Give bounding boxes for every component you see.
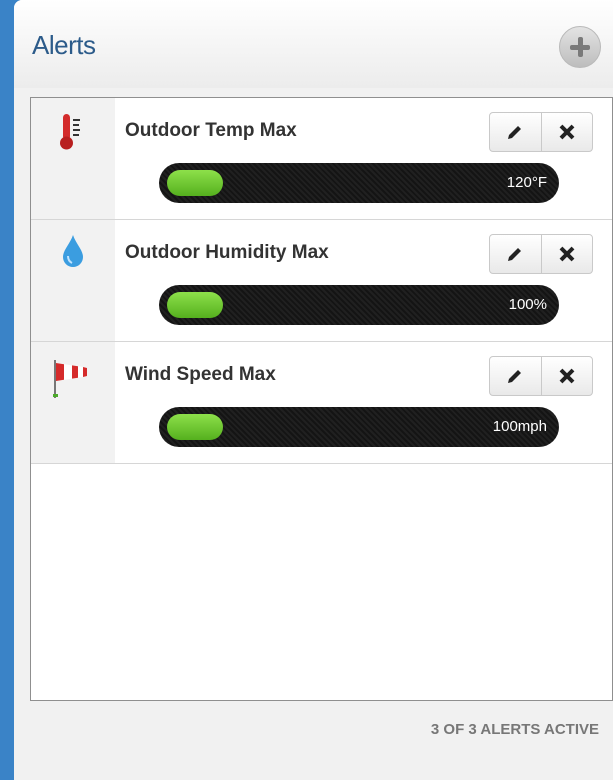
alert-actions	[489, 356, 593, 396]
alert-level-fill	[167, 170, 223, 196]
panel-title: Alerts	[32, 30, 96, 60]
alert-name: Outdoor Humidity Max	[125, 242, 329, 263]
alerts-panel: Alerts Outdoor Temp Max 120°F Outdoor Hu…	[14, 0, 613, 780]
thermometer-icon	[60, 114, 80, 150]
alerts-list: Outdoor Temp Max 120°F Outdoor Humidity …	[30, 97, 613, 701]
edit-button[interactable]	[490, 357, 541, 395]
alert-threshold-value: 100%	[508, 296, 547, 313]
alert-name: Outdoor Temp Max	[125, 120, 297, 141]
alert-level-fill	[167, 414, 223, 440]
delete-button[interactable]	[540, 113, 593, 151]
delete-button[interactable]	[540, 357, 593, 395]
alert-threshold-value: 120°F	[506, 174, 547, 191]
alert-level-bar: 100%	[159, 285, 559, 325]
delete-button[interactable]	[540, 235, 593, 273]
alert-icon-cell	[31, 220, 115, 341]
edit-button[interactable]	[490, 113, 541, 151]
alert-icon-cell	[31, 98, 115, 219]
alert-row: Outdoor Humidity Max 100%	[31, 220, 612, 342]
panel-header: Alerts	[14, 0, 613, 88]
alert-icon-cell	[31, 342, 115, 463]
close-icon	[559, 124, 575, 140]
add-alert-button[interactable]	[559, 26, 601, 68]
alert-level-fill	[167, 292, 223, 318]
alert-actions	[489, 112, 593, 152]
alert-level-bar: 100mph	[159, 407, 559, 447]
pencil-icon	[508, 248, 522, 261]
alerts-status: 3 OF 3 ALERTS ACTIVE	[430, 721, 599, 738]
close-icon	[559, 368, 575, 384]
alert-name: Wind Speed Max	[125, 364, 276, 385]
alert-actions	[489, 234, 593, 274]
close-icon	[559, 246, 575, 262]
edit-button[interactable]	[490, 235, 541, 273]
alert-threshold-value: 100mph	[492, 418, 547, 435]
alert-row: Wind Speed Max 100mph	[31, 342, 612, 464]
alert-row: Outdoor Temp Max 120°F	[31, 98, 612, 220]
alert-level-bar: 120°F	[159, 163, 559, 203]
windsock-icon	[53, 360, 87, 398]
pencil-icon	[508, 370, 522, 383]
pencil-icon	[508, 126, 522, 139]
water-drop-icon	[63, 235, 83, 267]
